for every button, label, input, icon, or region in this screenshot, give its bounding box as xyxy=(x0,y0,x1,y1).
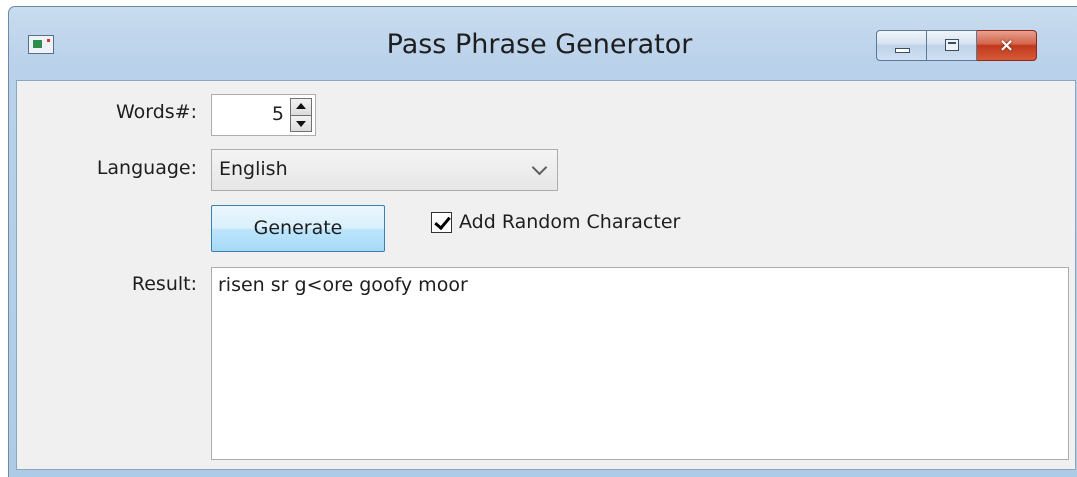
maximize-icon xyxy=(945,39,959,51)
window-controls: × xyxy=(876,30,1037,61)
stepper-up-button[interactable] xyxy=(290,98,312,116)
stepper-buttons xyxy=(290,98,312,132)
minimize-button[interactable] xyxy=(876,30,927,61)
stepper-down-button[interactable] xyxy=(290,115,312,132)
words-count-value[interactable]: 5 xyxy=(272,103,284,125)
arrow-down-icon xyxy=(296,120,306,127)
maximize-button[interactable] xyxy=(927,30,977,61)
form-panel: Words#: 5 Language: English Generate Add… xyxy=(16,80,1076,470)
checkmark-icon xyxy=(434,212,451,230)
words-count-stepper[interactable]: 5 xyxy=(211,94,316,136)
app-window: × Words#: 5 Language: English Generate A… xyxy=(8,6,1077,477)
random-character-label[interactable]: Add Random Character xyxy=(459,211,680,233)
arrow-up-icon xyxy=(296,103,306,109)
chevron-down-icon xyxy=(531,159,548,176)
result-textbox[interactable]: risen sr g<ore goofy moor xyxy=(211,267,1069,460)
random-character-option[interactable]: Add Random Character xyxy=(431,209,680,235)
result-label: Result: xyxy=(131,273,197,295)
words-label: Words#: xyxy=(115,101,197,123)
app-window-icon[interactable] xyxy=(28,35,54,54)
minimize-icon xyxy=(895,48,910,53)
language-selected-value: English xyxy=(219,158,288,180)
title-bar[interactable]: × xyxy=(9,7,1077,83)
close-button[interactable]: × xyxy=(977,30,1037,61)
language-label: Language: xyxy=(96,157,197,179)
generate-button[interactable]: Generate xyxy=(211,205,385,252)
language-select[interactable]: English xyxy=(211,149,558,191)
close-icon: × xyxy=(998,35,1015,56)
random-character-checkbox[interactable] xyxy=(431,211,452,233)
